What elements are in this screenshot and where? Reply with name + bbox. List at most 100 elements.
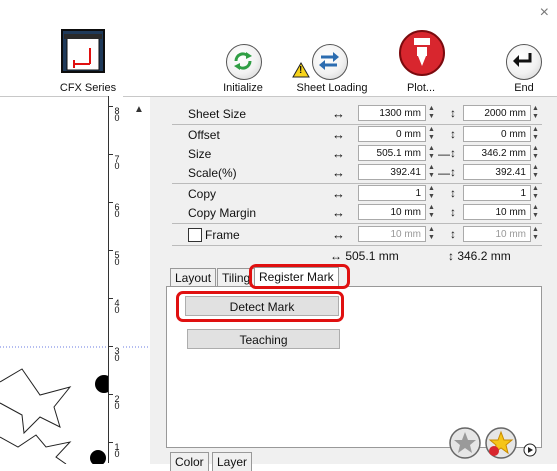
plot-button[interactable]: Plot... — [388, 24, 454, 96]
spinner-icon[interactable]: ▲ ▼ — [428, 126, 438, 142]
sheet-size-height-field[interactable]: 2000 mm — [463, 105, 531, 121]
size-width-field[interactable]: 505.1 mm — [358, 145, 426, 161]
spinner-icon[interactable]: ▲ ▼ — [428, 164, 438, 180]
sheet-size-row: Sheet Size ↔ 1300 mm ▲ ▼ ↕ 2000 mm ▲ ▼ — [172, 105, 542, 124]
cutter-machine-icon — [61, 29, 105, 73]
divider — [172, 245, 542, 246]
preview-artwork — [0, 346, 150, 464]
sheet-loading-button[interactable]: ! Sheet Loading — [292, 24, 372, 96]
spinner-icon[interactable]: ▲ ▼ — [428, 226, 438, 242]
vertical-arrow-icon: ↕ — [450, 146, 456, 160]
spinner-icon[interactable]: ▲ ▼ — [532, 185, 542, 201]
ruler-label: 0 — [114, 257, 120, 267]
favorite-add-icon[interactable] — [484, 426, 518, 460]
close-icon[interactable]: × — [540, 4, 549, 22]
spinner-icon[interactable]: ▲ ▼ — [428, 105, 438, 121]
end-label: End — [514, 82, 534, 94]
link-icon[interactable]: — — [438, 166, 450, 180]
vertical-arrow-icon: ↕ — [450, 165, 456, 179]
divider — [172, 124, 542, 125]
sheet-loading-label: Sheet Loading — [296, 82, 368, 94]
ruler-label: 0 — [114, 449, 120, 459]
ruler-label: 0 — [114, 353, 120, 363]
scale-y-field[interactable]: 392.41 — [463, 164, 531, 180]
row-label: Offset — [188, 128, 220, 142]
model-label: CFX Series — [59, 82, 117, 94]
favorite-remove-icon[interactable] — [448, 426, 482, 460]
end-button[interactable]: End — [496, 24, 552, 96]
spinner-icon[interactable]: ▲ ▼ — [532, 126, 542, 142]
horizontal-arrow-icon: ↔ — [332, 186, 345, 201]
return-arrow-icon — [513, 53, 532, 67]
vertical-arrow-icon: ↕ — [450, 127, 456, 141]
tab-layer[interactable]: Layer — [212, 452, 253, 471]
toolbar: CFX Series Initialize ! Sheet Loading Pl… — [0, 24, 557, 96]
ruler-label: 0 — [114, 113, 120, 123]
scale-x-field[interactable]: 392.41 — [358, 164, 426, 180]
horizontal-arrow-icon: ↔ — [332, 165, 345, 180]
teaching-button[interactable]: Teaching — [187, 329, 340, 349]
offset-y-field[interactable]: 0 mm — [463, 126, 531, 142]
size-height-field[interactable]: 346.2 mm — [463, 145, 531, 161]
vertical-arrow-icon: ↕ — [450, 227, 456, 241]
copy-margin-y-field[interactable]: 10 mm — [463, 204, 531, 220]
highlight-ring — [249, 264, 350, 289]
vertical-arrow-icon: ↕ — [450, 106, 456, 120]
row-label: Scale(%) — [188, 166, 237, 180]
frame-row: Frame ↔ 10 mm ▲ ▼ ↕ 10 mm ▲ ▼ — [172, 226, 542, 245]
row-label: Copy — [188, 187, 217, 201]
initialize-label: Initialize — [223, 82, 263, 94]
link-icon[interactable]: — — [438, 147, 450, 161]
copy-margin-x-field[interactable]: 10 mm — [358, 204, 426, 220]
ruler-label: 0 — [114, 401, 120, 411]
sheet-size-width-field[interactable]: 1300 mm — [358, 105, 426, 121]
divider — [172, 183, 542, 184]
preview-canvas[interactable] — [0, 96, 150, 464]
scale-row: Scale(%) ↔ 392.41 ▲ ▼ — ↕ 392.41 ▲ ▼ — [172, 164, 542, 183]
scroll-up-icon[interactable]: ▲ — [134, 104, 144, 115]
tab-color[interactable]: Color — [170, 452, 209, 471]
copy-y-field[interactable]: 1 — [463, 185, 531, 201]
frame-checkbox[interactable] — [188, 228, 202, 242]
vertical-arrow-icon: ↕ — [450, 205, 456, 219]
ruler-label: 0 — [114, 305, 120, 315]
copy-x-field[interactable]: 1 — [358, 185, 426, 201]
spinner-icon[interactable]: ▲ ▼ — [532, 105, 542, 121]
initialize-button[interactable]: Initialize — [210, 24, 276, 96]
refresh-icon — [234, 52, 252, 70]
offset-row: Offset ↔ 0 mm ▲ ▼ ↕ 0 mm ▲ ▼ — [172, 126, 542, 145]
highlight-ring — [176, 291, 344, 322]
expand-arrow-icon[interactable] — [523, 443, 537, 457]
total-width-label: ↔ 505.1 mm — [330, 249, 399, 263]
frame-x-field[interactable]: 10 mm — [358, 226, 426, 242]
spinner-icon[interactable]: ▲ ▼ — [532, 164, 542, 180]
spinner-icon[interactable]: ▲ ▼ — [532, 226, 542, 242]
ruler-label: 0 — [114, 209, 120, 219]
spinner-icon[interactable]: ▲ ▼ — [428, 185, 438, 201]
spinner-icon[interactable]: ▲ ▼ — [532, 145, 542, 161]
ruler-label: 0 — [114, 161, 120, 171]
horizontal-arrow-icon: ↔ — [332, 227, 345, 242]
horizontal-arrow-icon: ↔ — [332, 127, 345, 142]
row-label: Frame — [205, 228, 240, 242]
horizontal-arrow-icon: ↔ — [332, 146, 345, 161]
copy-margin-row: Copy Margin ↔ 10 mm ▲ ▼ ↕ 10 mm ▲ ▼ — [172, 204, 542, 223]
spinner-icon[interactable]: ▲ ▼ — [532, 204, 542, 220]
total-height-label: ↕ 346.2 mm — [448, 249, 511, 263]
size-row: Size ↔ 505.1 mm ▲ ▼ — ↕ 346.2 mm ▲ ▼ — [172, 145, 542, 164]
horizontal-arrow-icon: ↔ — [332, 106, 345, 121]
spinner-icon[interactable]: ▲ ▼ — [428, 145, 438, 161]
frame-y-field[interactable]: 10 mm — [463, 226, 531, 242]
row-label: Copy Margin — [188, 206, 257, 220]
copy-row: Copy ↔ 1 ▲ ▼ ↕ 1 ▲ ▼ — [172, 185, 542, 204]
model-button[interactable]: CFX Series — [40, 24, 136, 96]
plot-label: Plot... — [406, 82, 436, 94]
divider — [172, 223, 542, 224]
swap-arrows-icon — [319, 52, 339, 70]
offset-x-field[interactable]: 0 mm — [358, 126, 426, 142]
row-label: Size — [188, 147, 212, 161]
spinner-icon[interactable]: ▲ ▼ — [428, 204, 438, 220]
vertical-ruler: 8 0 7 0 6 0 5 0 4 0 3 0 2 0 1 0 — [108, 96, 123, 463]
tab-layout[interactable]: Layout — [170, 268, 217, 287]
horizontal-arrow-icon: ↔ — [332, 205, 345, 220]
